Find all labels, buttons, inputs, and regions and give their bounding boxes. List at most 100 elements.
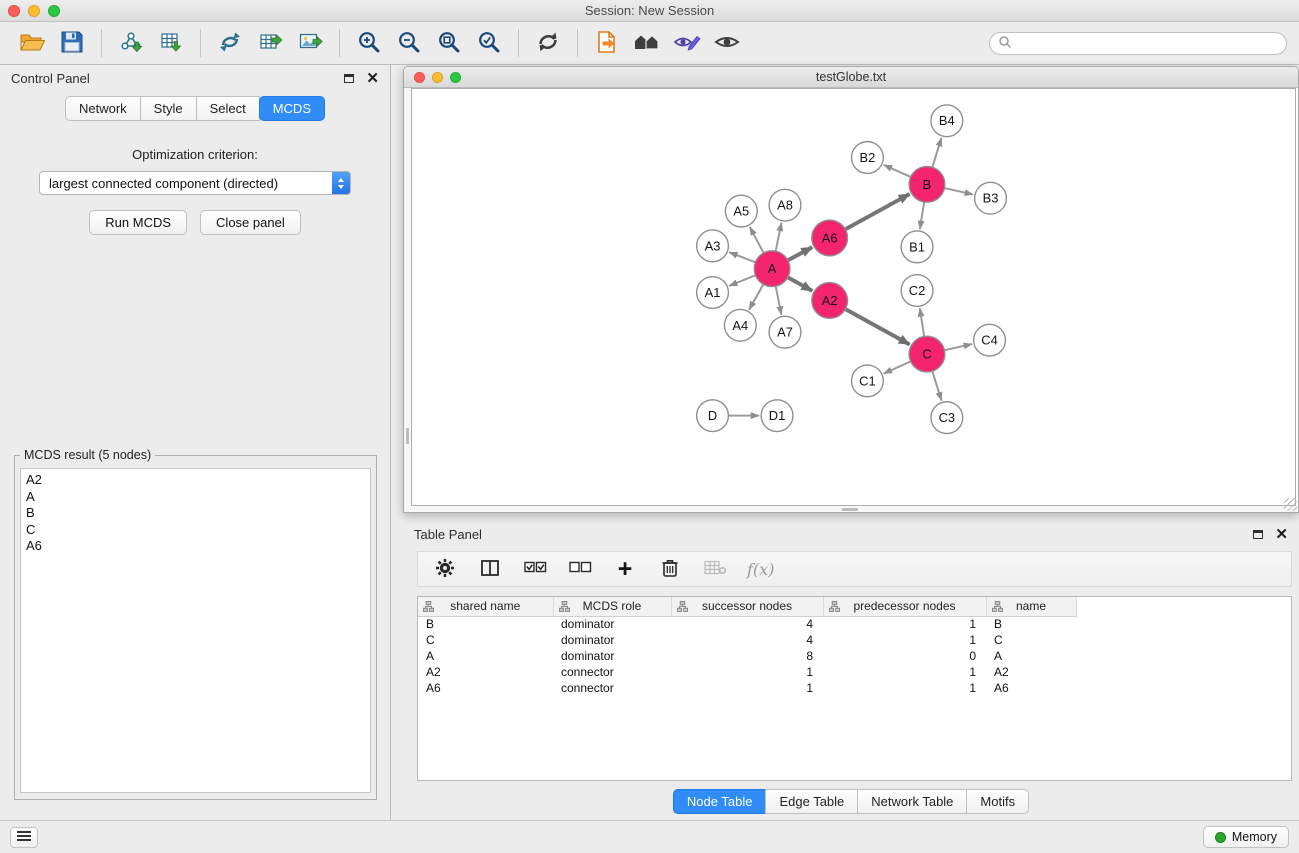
resize-grip[interactable]: [1284, 498, 1297, 511]
node-B4[interactable]: B4: [931, 105, 963, 137]
edge-C-C2[interactable]: [920, 308, 924, 336]
tab-select[interactable]: Select: [196, 96, 260, 121]
zoom-in-button[interactable]: [349, 25, 389, 61]
edge-A-A1[interactable]: [729, 275, 755, 286]
column-header-predecessor-nodes[interactable]: predecessor nodes: [823, 597, 986, 616]
home-network-button[interactable]: [627, 25, 667, 61]
edge-B-B1[interactable]: [920, 202, 924, 229]
open-session-file-button[interactable]: [587, 25, 627, 61]
tab-motifs[interactable]: Motifs: [966, 789, 1029, 814]
close-panel-button[interactable]: Close panel: [200, 210, 301, 235]
edge-B-B3[interactable]: [944, 188, 973, 194]
close-panel-icon[interactable]: ✕: [366, 74, 379, 84]
import-table-button[interactable]: [151, 25, 191, 61]
table-row[interactable]: A2connector11A2: [418, 664, 1291, 680]
node-A7[interactable]: A7: [769, 316, 801, 348]
close-window-button[interactable]: [8, 5, 20, 17]
open-folder-button[interactable]: [12, 25, 52, 61]
edge-B-B2[interactable]: [884, 165, 911, 177]
edge-C-C4[interactable]: [944, 344, 972, 350]
mcds-result-item[interactable]: B: [26, 505, 365, 522]
column-header-successor-nodes[interactable]: successor nodes: [671, 597, 823, 616]
node-C3[interactable]: C3: [931, 402, 963, 434]
delete-column-button[interactable]: [657, 554, 683, 584]
mcds-result-item[interactable]: A6: [26, 538, 365, 555]
scrollbar-thumb[interactable]: [842, 508, 858, 511]
tab-node-table[interactable]: Node Table: [673, 789, 767, 814]
edge-A-A7[interactable]: [776, 286, 782, 315]
refresh-button[interactable]: [528, 25, 568, 61]
scrollbar-thumb[interactable]: [406, 428, 409, 444]
zoom-out-button[interactable]: [389, 25, 429, 61]
edge-B-B4[interactable]: [932, 138, 941, 167]
close-network-window-button[interactable]: [414, 72, 425, 83]
fullscreen-window-button[interactable]: [48, 5, 60, 17]
node-A5[interactable]: A5: [725, 195, 757, 227]
edge-A-A2[interactable]: [788, 277, 813, 291]
import-network-button[interactable]: [111, 25, 151, 61]
minimize-window-button[interactable]: [28, 5, 40, 17]
table-settings-button[interactable]: [432, 554, 458, 584]
edge-A-A4[interactable]: [749, 284, 763, 309]
column-header-name[interactable]: name: [986, 597, 1076, 616]
node-C[interactable]: C: [909, 336, 945, 372]
delete-table-button[interactable]: [702, 554, 728, 584]
show-columns-button[interactable]: [477, 554, 503, 584]
function-builder-button[interactable]: f(x): [747, 554, 774, 584]
column-header-shared-name[interactable]: shared name: [418, 597, 553, 616]
tab-edge-table[interactable]: Edge Table: [765, 789, 858, 814]
zoom-fit-button[interactable]: [429, 25, 469, 61]
mcds-result-item[interactable]: C: [26, 522, 365, 539]
search-box[interactable]: [989, 32, 1287, 55]
close-table-panel-icon[interactable]: ✕: [1275, 530, 1288, 540]
node-A[interactable]: A: [754, 251, 790, 287]
node-B2[interactable]: B2: [852, 142, 884, 174]
node-C2[interactable]: C2: [901, 275, 933, 307]
tab-mcds[interactable]: MCDS: [259, 96, 325, 121]
node-D1[interactable]: D1: [761, 400, 793, 432]
save-session-button[interactable]: [52, 25, 92, 61]
node-C4[interactable]: C4: [974, 324, 1006, 356]
node-A6[interactable]: A6: [812, 220, 848, 256]
create-column-button[interactable]: +: [612, 554, 638, 584]
table-row[interactable]: A6connector11A6: [418, 680, 1291, 696]
node-A2[interactable]: A2: [812, 283, 848, 319]
edge-A2-C[interactable]: [845, 309, 909, 344]
zoom-selected-button[interactable]: [469, 25, 509, 61]
edit-view-button[interactable]: [667, 25, 707, 61]
edge-A-A3[interactable]: [729, 252, 755, 262]
run-mcds-button[interactable]: Run MCDS: [89, 210, 187, 235]
node-A4[interactable]: A4: [724, 309, 756, 341]
minimize-network-window-button[interactable]: [432, 72, 443, 83]
network-bottom-scrollbar[interactable]: [404, 506, 1298, 512]
node-B3[interactable]: B3: [975, 182, 1007, 214]
memory-button[interactable]: Memory: [1203, 826, 1289, 848]
show-view-button[interactable]: [707, 25, 747, 61]
select-all-columns-button[interactable]: [522, 554, 548, 584]
panel-menu-button[interactable]: [10, 827, 38, 848]
export-network-button[interactable]: [210, 25, 250, 61]
node-A1[interactable]: A1: [697, 277, 729, 309]
export-image-button[interactable]: [290, 25, 330, 61]
edge-A-A6[interactable]: [788, 247, 812, 260]
edge-C-C3[interactable]: [932, 371, 941, 400]
table-row[interactable]: Adominator80A: [418, 648, 1291, 664]
export-table-button[interactable]: [250, 25, 290, 61]
float-panel-icon[interactable]: [344, 74, 354, 83]
tab-network-table[interactable]: Network Table: [857, 789, 967, 814]
optimization-dropdown[interactable]: largest connected component (directed): [39, 171, 351, 195]
mcds-result-item[interactable]: A2: [26, 472, 365, 489]
mcds-result-list[interactable]: A2ABCA6: [20, 468, 371, 793]
node-D[interactable]: D: [697, 400, 729, 432]
mcds-result-item[interactable]: A: [26, 489, 365, 506]
node-A3[interactable]: A3: [697, 230, 729, 262]
network-left-scrollbar[interactable]: [404, 88, 411, 512]
network-canvas[interactable]: B4B2BB3A5A8A6A3B1AC2A1A2A4A7C4CC1C3DD1: [411, 88, 1296, 506]
node-C1[interactable]: C1: [852, 365, 884, 397]
tab-network[interactable]: Network: [65, 96, 141, 121]
table-row[interactable]: Bdominator41B: [418, 616, 1291, 632]
node-B1[interactable]: B1: [901, 231, 933, 263]
edge-A-A5[interactable]: [750, 227, 764, 253]
column-header-MCDS-role[interactable]: MCDS role: [553, 597, 671, 616]
table-row[interactable]: Cdominator41C: [418, 632, 1291, 648]
